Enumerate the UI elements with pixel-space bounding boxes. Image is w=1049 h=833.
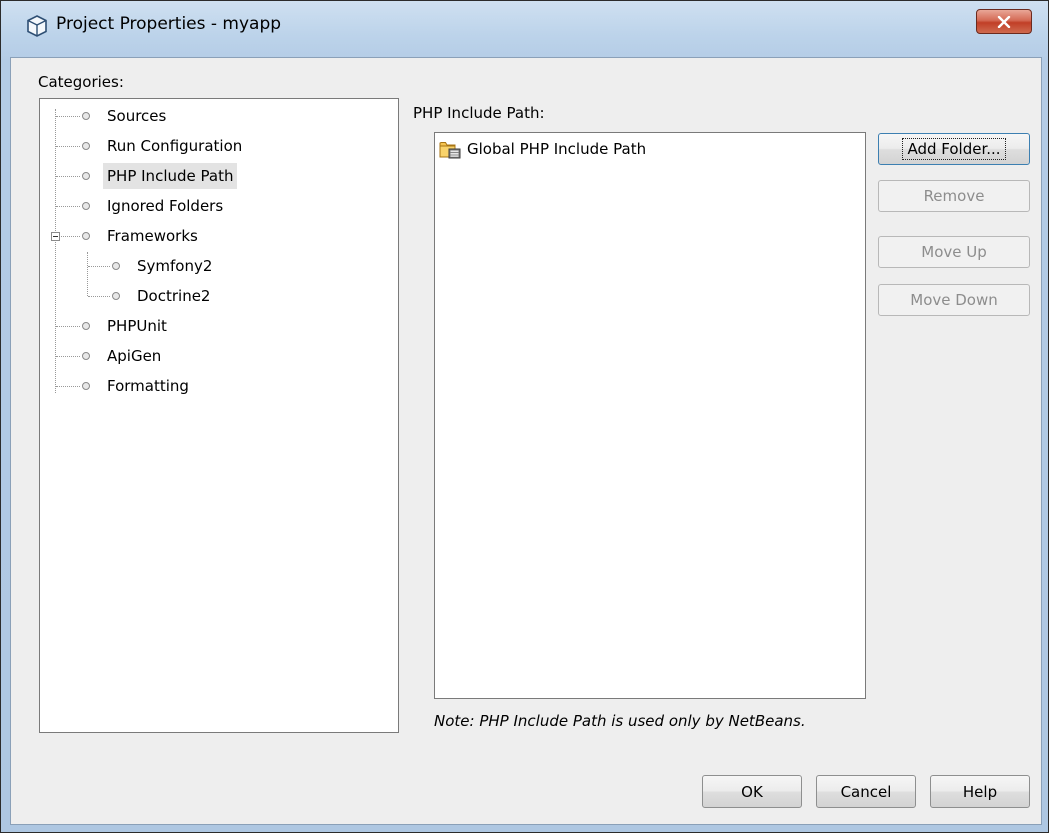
category-symfony2[interactable]: Symfony2 (133, 253, 216, 279)
category-sources[interactable]: Sources (103, 103, 170, 129)
add-folder-button[interactable]: Add Folder... (878, 133, 1030, 165)
close-button[interactable] (976, 9, 1032, 34)
move-down-button[interactable]: Move Down (878, 284, 1030, 316)
category-formatting[interactable]: Formatting (103, 373, 193, 399)
category-label: Symfony2 (137, 257, 213, 275)
folder-library-icon (439, 142, 461, 159)
close-icon (997, 15, 1011, 28)
category-label: ApiGen (107, 347, 162, 365)
tree-connector (88, 296, 110, 297)
node-bullet-icon (112, 262, 120, 270)
remove-button[interactable]: Remove (878, 180, 1030, 212)
node-bullet-icon (112, 292, 120, 300)
node-bullet-icon (82, 112, 90, 120)
window-title: Project Properties - myapp (56, 14, 282, 34)
node-bullet-icon (82, 382, 90, 390)
remove-label: Remove (923, 187, 985, 205)
node-bullet-icon (82, 352, 90, 360)
category-apigen[interactable]: ApiGen (103, 343, 165, 369)
cancel-label: Cancel (840, 782, 892, 801)
categories-label: Categories: (38, 73, 124, 91)
category-label: Formatting (107, 377, 189, 395)
include-path-entry[interactable]: Global PHP Include Path (439, 139, 646, 159)
category-phpunit[interactable]: PHPUnit (103, 313, 171, 339)
tree-connector (56, 356, 80, 357)
node-bullet-icon (82, 142, 90, 150)
move-down-label: Move Down (910, 291, 998, 309)
tree-connector (56, 116, 80, 117)
category-label: PHP Include Path (107, 167, 234, 185)
node-bullet-icon (82, 232, 90, 240)
category-label: Doctrine2 (137, 287, 211, 305)
tree-guide-line (55, 109, 56, 393)
cube-app-icon (27, 15, 47, 37)
tree-connector (56, 326, 80, 327)
category-php-include-path[interactable]: PHP Include Path (103, 163, 238, 189)
tree-connector (56, 386, 80, 387)
categories-tree[interactable]: Sources Run Configuration PHP Include Pa… (39, 98, 399, 733)
tree-guide-line (87, 252, 88, 296)
category-label: Frameworks (107, 227, 198, 245)
category-run-configuration[interactable]: Run Configuration (103, 133, 246, 159)
ok-label: OK (741, 782, 763, 801)
category-label: PHPUnit (107, 317, 167, 335)
move-up-label: Move Up (921, 243, 987, 261)
include-path-label: PHP Include Path: (413, 104, 545, 122)
cancel-button[interactable]: Cancel (816, 775, 916, 808)
title-bar[interactable]: Project Properties - myapp (1, 1, 1048, 45)
tree-connector (61, 236, 80, 237)
tree-connector (88, 266, 110, 267)
category-ignored-folders[interactable]: Ignored Folders (103, 193, 227, 219)
help-button[interactable]: Help (930, 775, 1030, 808)
dialog-window: Project Properties - myapp Categories: S… (0, 0, 1049, 833)
tree-connector (56, 176, 80, 177)
tree-connector (56, 206, 80, 207)
tree-connector (56, 146, 80, 147)
category-frameworks[interactable]: Frameworks (103, 223, 202, 249)
category-label: Sources (107, 107, 167, 125)
collapse-toggle-icon[interactable] (51, 232, 60, 241)
node-bullet-icon (82, 172, 90, 180)
category-doctrine2[interactable]: Doctrine2 (133, 283, 214, 309)
category-label: Run Configuration (107, 137, 243, 155)
help-label: Help (962, 782, 998, 801)
node-bullet-icon (82, 202, 90, 210)
category-label: Ignored Folders (107, 197, 224, 215)
move-up-button[interactable]: Move Up (878, 236, 1030, 268)
include-path-note: Note: PHP Include Path is used only by N… (434, 712, 806, 730)
node-bullet-icon (82, 322, 90, 330)
dialog-content: Categories: Sources Run Configuration PH… (10, 57, 1042, 825)
include-path-entry-label: Global PHP Include Path (467, 140, 647, 158)
include-path-list[interactable]: Global PHP Include Path (434, 132, 866, 699)
add-folder-label: Add Folder... (902, 138, 1006, 160)
ok-button[interactable]: OK (702, 775, 802, 808)
